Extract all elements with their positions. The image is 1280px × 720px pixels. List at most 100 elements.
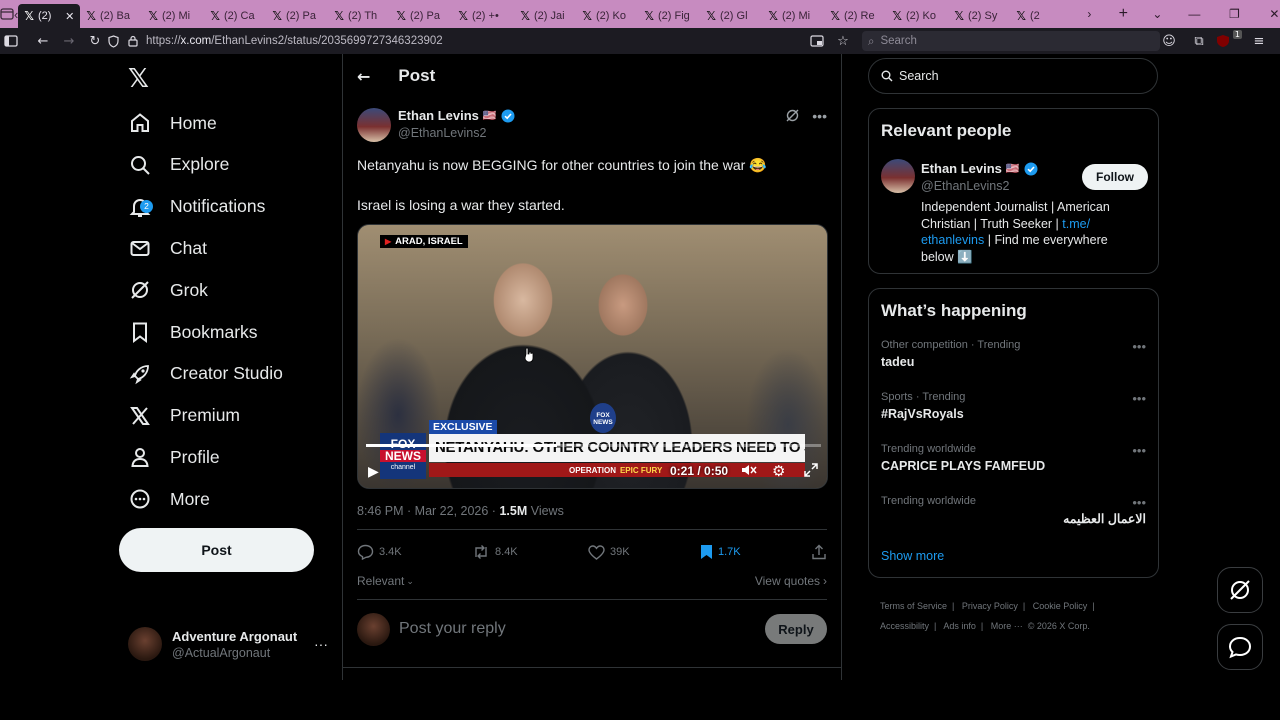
messages-fab-button[interactable] (1217, 624, 1263, 670)
tab-list-chevron-icon[interactable]: ⌄ (1140, 7, 1174, 21)
reload-icon[interactable]: ↻ (82, 34, 108, 49)
browser-tab[interactable]: 𝕏 (2) Sy (948, 4, 1010, 28)
trend-item[interactable]: Trending worldwide CAPRICE PLAYS FAMFEUD •… (881, 443, 1146, 473)
sort-dropdown[interactable]: Relevant ⌄ (357, 574, 414, 588)
nav-item-notifications[interactable]: 2 Notifications (128, 187, 265, 227)
menu-icon[interactable]: ≡ (1246, 34, 1272, 49)
browser-search-field[interactable]: ⌕ Search (862, 31, 1160, 51)
new-tab-icon[interactable]: + (1106, 5, 1140, 23)
browser-tab[interactable]: 𝕏 (2) Pa (390, 4, 452, 28)
account-menu-icon[interactable]: ··· (314, 636, 328, 652)
reply-button[interactable]: 3.4K (357, 544, 402, 560)
browser-tab[interactable]: 𝕏 (2) Ba (80, 4, 142, 28)
nav-item-grok[interactable]: Grok (128, 270, 208, 310)
back-arrow-icon[interactable]: ← (357, 67, 370, 86)
mute-icon[interactable] (741, 463, 757, 477)
reply-submit-button[interactable]: Reply (765, 614, 827, 644)
forward-icon[interactable]: → (56, 34, 82, 49)
privacy-link[interactable]: Privacy Policy (962, 601, 1018, 611)
browser-tab[interactable]: 𝕏 (2) Fig (638, 4, 700, 28)
browser-tab[interactable]: 𝕏 (2) ✕ (18, 4, 81, 28)
trend-more-icon[interactable]: ••• (1132, 391, 1146, 406)
trend-item[interactable]: Sports · Trending #RajVsRoyals ••• (881, 391, 1146, 421)
bookmark-button[interactable]: 1.7K (700, 544, 741, 560)
nav-item-bookmarks[interactable]: Bookmarks (128, 312, 258, 352)
nav-item-more[interactable]: More (128, 479, 210, 519)
fullscreen-icon[interactable] (804, 463, 818, 477)
browser-tab[interactable]: 𝕏 (2) +• (452, 4, 514, 28)
like-button[interactable]: 39K (588, 544, 630, 560)
tab-overview-icon[interactable] (0, 0, 14, 28)
play-icon[interactable]: ▶ (368, 463, 379, 480)
x-favicon-icon: 𝕏 (644, 9, 655, 23)
follow-button[interactable]: Follow (1082, 164, 1148, 190)
settings-gear-icon[interactable]: ⚙ (772, 462, 785, 480)
grok-fab-button[interactable] (1217, 567, 1263, 613)
browser-tab[interactable]: 𝕏 (2) Pa (266, 4, 328, 28)
trend-item[interactable]: Trending worldwide الاعمال العظيمه ••• (881, 495, 1146, 526)
browser-tab[interactable]: 𝕏 (2) Mi (762, 4, 824, 28)
author-avatar[interactable] (357, 108, 391, 142)
close-tab-icon[interactable]: ✕ (65, 10, 74, 23)
post-button[interactable]: Post (119, 528, 314, 572)
browser-tab[interactable]: 𝕏 (2) Gl (700, 4, 762, 28)
nav-item-explore[interactable]: Explore (128, 145, 229, 185)
person-handle[interactable]: @EthanLevins2 (921, 179, 1038, 193)
ads-info-link[interactable]: Ads info (943, 621, 976, 631)
share-button[interactable] (811, 544, 827, 560)
close-window-icon[interactable]: ✕ (1254, 7, 1280, 21)
back-icon[interactable]: ← (30, 34, 56, 49)
nav-item-profile[interactable]: Profile (128, 437, 220, 477)
video-player[interactable]: ▶ ARAD, ISRAEL FOXNEWS EXCLUSIVE FOX NEW… (357, 224, 828, 489)
bookmark-star-icon[interactable]: ☆ (830, 34, 856, 49)
shield-icon[interactable] (108, 34, 128, 48)
author-name[interactable]: Ethan Levins (398, 108, 479, 123)
x-logo-icon[interactable]: 𝕏 (128, 64, 149, 94)
footer-more-link[interactable]: More ··· (991, 621, 1023, 631)
browser-tab[interactable]: 𝕏 (2) Ko (886, 4, 948, 28)
trend-more-icon[interactable]: ••• (1132, 495, 1146, 510)
trend-item[interactable]: Other competition · Trending tadeu ••• (881, 339, 1146, 369)
restore-icon[interactable]: ❐ (1214, 7, 1254, 21)
browser-tab[interactable]: 𝕏 (2) Mi (142, 4, 204, 28)
browser-tab[interactable]: 𝕏 (2 (1010, 4, 1072, 28)
person-avatar[interactable] (881, 159, 915, 193)
x-favicon-icon: 𝕏 (706, 9, 717, 23)
browser-tab[interactable]: 𝕏 (2) Jai (514, 4, 576, 28)
more-options-icon[interactable]: ••• (812, 108, 827, 124)
cookie-link[interactable]: Cookie Policy (1033, 601, 1088, 611)
author-handle[interactable]: @EthanLevins2 (398, 126, 515, 140)
grok-icon[interactable] (785, 108, 800, 124)
reply-input[interactable]: Post your reply (399, 620, 756, 638)
view-quotes-link[interactable]: View quotes › (755, 574, 827, 588)
show-more-link[interactable]: Show more (881, 549, 944, 563)
lock-icon[interactable] (128, 35, 144, 47)
repost-button[interactable]: 8.4K (472, 544, 518, 560)
nav-item-creator-studio[interactable]: Creator Studio (128, 354, 283, 394)
trend-more-icon[interactable]: ••• (1132, 443, 1146, 458)
browser-tab[interactable]: 𝕏 (2) Re (824, 4, 886, 28)
account-switcher[interactable]: Adventure Argonaut @ActualArgonaut ··· (128, 624, 328, 664)
tab-scroll-right-icon[interactable]: › (1072, 7, 1106, 21)
nav-item-chat[interactable]: Chat (128, 228, 207, 268)
browser-tab[interactable]: 𝕏 (2) Th (328, 4, 390, 28)
divider (357, 529, 827, 530)
accessibility-link[interactable]: Accessibility (880, 621, 929, 631)
x-search-field[interactable]: Search (868, 58, 1158, 94)
terms-link[interactable]: Terms of Service (880, 601, 947, 611)
ublock-icon[interactable]: 1 (1216, 30, 1242, 48)
trend-more-icon[interactable]: ••• (1132, 339, 1146, 354)
url-field[interactable]: https://x.com/EthanLevins2/status/203569… (146, 35, 443, 47)
extensions-icon[interactable]: ⧉ (1186, 34, 1212, 49)
browser-tab[interactable]: 𝕏 (2) Ko (576, 4, 638, 28)
x-favicon-icon: 𝕏 (582, 9, 593, 23)
browser-tab[interactable]: 𝕏 (2) Ca (204, 4, 266, 28)
account-icon[interactable]: ☺ (1156, 34, 1182, 49)
minimize-icon[interactable]: — (1174, 7, 1214, 21)
person-name[interactable]: Ethan Levins (921, 161, 1002, 176)
post-timestamp[interactable]: 8:46 PM · Mar 22, 2026 · (357, 504, 499, 518)
sidebar-toggle-icon[interactable] (4, 35, 30, 47)
nav-item-home[interactable]: Home (128, 103, 217, 143)
video-progress-bar[interactable] (366, 444, 821, 447)
nav-item-premium[interactable]: Premium (128, 396, 240, 436)
